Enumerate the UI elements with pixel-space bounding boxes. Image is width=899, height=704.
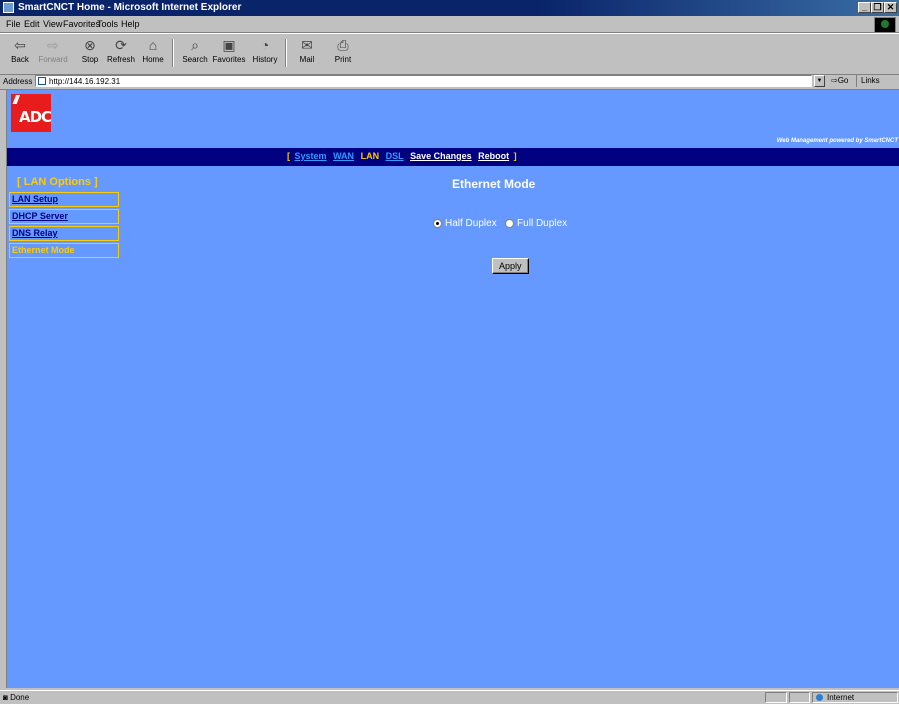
apply-button[interactable]: Apply xyxy=(492,258,529,274)
page-icon xyxy=(38,77,46,85)
search-button[interactable]: ⌕ Search xyxy=(178,37,212,64)
address-input[interactable]: http://144.16.192.31 xyxy=(35,75,812,87)
menu-help[interactable]: Help xyxy=(121,19,140,29)
stop-icon: ⊗ xyxy=(84,37,96,53)
toolbar-separator xyxy=(285,39,287,67)
go-button[interactable]: ⇨Go xyxy=(831,76,848,85)
powered-by-text: Web Management powered by SmartCNCT xyxy=(776,138,898,144)
address-dropdown-icon[interactable]: ▼ xyxy=(814,75,825,87)
duplex-radio-group: Half Duplex Full Duplex xyxy=(433,218,567,229)
close-icon[interactable]: ✕ xyxy=(884,2,897,13)
nav-system[interactable]: System xyxy=(295,151,327,161)
home-button[interactable]: ⌂ Home xyxy=(136,37,170,64)
nav-save-changes[interactable]: Save Changes xyxy=(410,151,472,161)
home-icon: ⌂ xyxy=(148,37,158,53)
refresh-button[interactable]: ⟳ Refresh xyxy=(104,37,138,64)
favorites-button[interactable]: ▣ Favorites xyxy=(212,37,246,64)
browser-toolbar: ⇦ Back ⇨ Forward ⊗ Stop ⟳ Refresh ⌂ Home… xyxy=(0,33,899,75)
toolbar-separator xyxy=(172,39,174,67)
sidebar-item-ethernet-mode[interactable]: Ethernet Mode xyxy=(9,243,119,258)
restore-icon[interactable]: ❐ xyxy=(871,2,884,13)
menu-view[interactable]: View xyxy=(43,19,62,29)
links-button[interactable]: Links xyxy=(856,75,880,87)
globe-icon xyxy=(816,694,823,701)
mail-button[interactable]: ✉ Mail xyxy=(290,37,324,64)
status-bar: ◙ Done Internet xyxy=(0,690,899,704)
print-button[interactable]: ⎙ Print xyxy=(326,37,360,64)
favorites-icon: ▣ xyxy=(222,37,236,53)
sidebar-item-dns-relay[interactable]: DNS Relay xyxy=(9,226,119,241)
status-panel xyxy=(765,692,787,703)
window-title: SmartCNCT Home - Microsoft Internet Expl… xyxy=(18,2,242,13)
menu-file[interactable]: File xyxy=(6,19,21,29)
nav-lan[interactable]: LAN xyxy=(361,151,380,161)
print-icon: ⎙ xyxy=(337,37,349,53)
page-title: Ethernet Mode xyxy=(452,177,536,191)
status-text: ◙ Done xyxy=(3,693,30,702)
address-bar: Address http://144.16.192.31 ▼ ⇨Go Links xyxy=(0,74,899,90)
half-duplex-label: Half Duplex xyxy=(445,218,497,229)
page-viewport: /// ADC Web Management powered by SmartC… xyxy=(6,90,899,688)
address-url: http://144.16.192.31 xyxy=(49,77,121,86)
ie-throbber-icon xyxy=(874,17,896,33)
sidebar-title: [ LAN Options ] xyxy=(17,176,98,188)
back-arrow-icon: ⇦ xyxy=(14,37,26,53)
sidebar-item-lan-setup[interactable]: LAN Setup xyxy=(9,192,119,207)
nav-wan[interactable]: WAN xyxy=(333,151,354,161)
forward-button[interactable]: ⇨ Forward xyxy=(36,37,70,64)
sidebar-item-dhcp-server[interactable]: DHCP Server xyxy=(9,209,119,224)
history-button[interactable]: ◔ History xyxy=(248,37,282,64)
window-title-bar: SmartCNCT Home - Microsoft Internet Expl… xyxy=(0,0,899,16)
menu-edit[interactable]: Edit xyxy=(24,19,40,29)
search-icon: ⌕ xyxy=(191,37,199,53)
full-duplex-label: Full Duplex xyxy=(517,218,568,229)
menu-favorites[interactable]: Favorites xyxy=(63,19,100,29)
address-label: Address xyxy=(3,77,33,86)
top-nav-bar: [ System WAN LAN DSL Save Changes Reboot… xyxy=(7,148,899,166)
menu-bar: File Edit View Favorites Tools Help xyxy=(0,16,899,33)
lan-options-sidebar: [ LAN Options ] LAN Setup DHCP Server DN… xyxy=(9,176,119,260)
nav-dsl[interactable]: DSL xyxy=(386,151,404,161)
ie-window-icon xyxy=(3,2,14,13)
nav-reboot[interactable]: Reboot xyxy=(478,151,509,161)
minimize-icon[interactable]: _ xyxy=(858,2,871,13)
menu-tools[interactable]: Tools xyxy=(97,19,118,29)
adc-logo: /// ADC xyxy=(11,93,52,132)
stop-button[interactable]: ⊗ Stop xyxy=(73,37,107,64)
status-panel xyxy=(789,692,810,703)
half-duplex-radio[interactable] xyxy=(433,218,442,228)
full-duplex-radio[interactable] xyxy=(505,218,515,228)
security-zone: Internet xyxy=(812,692,898,703)
mail-icon: ✉ xyxy=(301,37,313,53)
forward-arrow-icon: ⇨ xyxy=(47,37,59,53)
history-icon: ◔ xyxy=(260,37,270,53)
back-button[interactable]: ⇦ Back xyxy=(3,37,37,64)
refresh-icon: ⟳ xyxy=(115,37,127,53)
